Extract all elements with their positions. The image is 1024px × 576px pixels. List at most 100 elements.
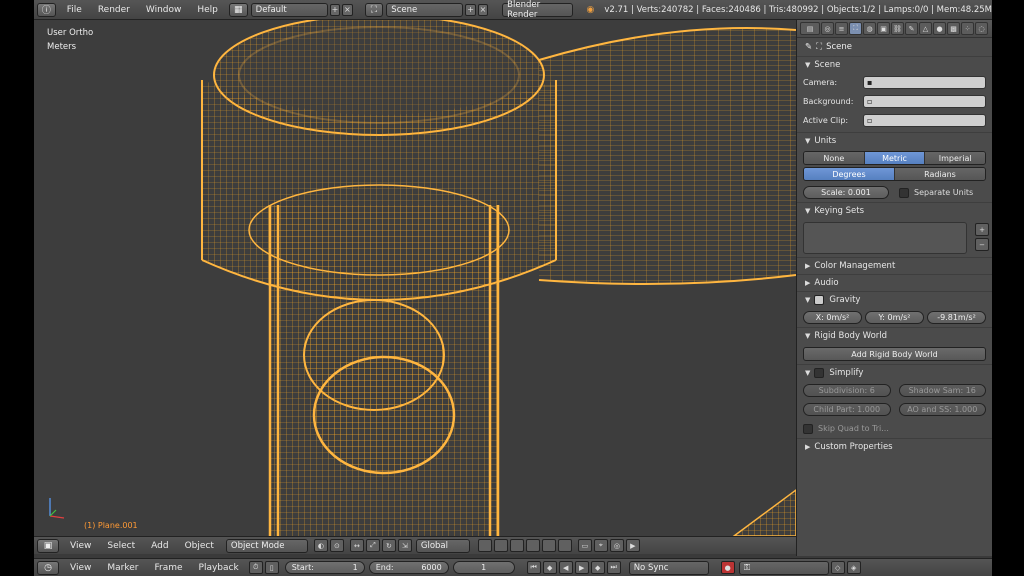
snap-icon[interactable]: ⌖ [593,539,608,552]
gravity-y-field[interactable]: Y: 0m/s² [865,311,924,324]
gravity-header[interactable]: ▼ Gravity [797,291,992,308]
scene-tab-icon[interactable]: ⛶ [849,22,862,35]
gravity-checkbox[interactable] [814,295,825,305]
shading-icon[interactable]: ◐ [313,539,328,552]
wireframe-mesh[interactable] [34,20,796,536]
unit-none-button[interactable]: None [804,152,865,164]
screen-layout-field[interactable]: Default [250,2,328,17]
scene-field[interactable]: Scene [386,2,464,17]
insert-keyframe-icon[interactable]: ◇ [830,561,845,574]
unit-scale-field[interactable]: Scale: 0.001 [803,186,889,199]
skip-quad-checkbox[interactable] [803,423,813,434]
audio-header[interactable]: ▶ Audio [797,274,992,291]
child-particles-field[interactable]: Child Part: 1.000 [803,403,891,416]
menu-frame[interactable]: Frame [146,563,190,573]
menu-view[interactable]: View [62,541,99,551]
editor-type-timeline-icon[interactable]: ◷ [37,560,59,575]
layer-button[interactable] [557,539,572,552]
menu-object[interactable]: Object [177,541,222,551]
pivot-icon[interactable]: ⊙ [329,539,344,552]
rotation-radians-button[interactable]: Radians [895,168,985,180]
menu-view[interactable]: View [62,563,99,573]
orientation-select[interactable]: Global [415,538,470,553]
prev-keyframe-icon[interactable]: ◆ [542,561,557,574]
render-preview-icon[interactable]: ▶ [625,539,640,552]
remove-keying-set-button[interactable]: − [975,238,989,251]
translate-icon[interactable]: ⤢ [365,539,380,552]
keying-sets-header[interactable]: ▼ Keying Sets [797,202,992,219]
menu-window[interactable]: Window [138,5,190,15]
layer-button[interactable] [477,539,492,552]
editor-type-icon[interactable]: ▤ [800,22,820,35]
texture-tab-icon[interactable]: ▩ [947,22,960,35]
layer-button[interactable] [541,539,556,552]
world-tab-icon[interactable]: ◍ [863,22,876,35]
lock-frame-icon[interactable]: ▯ [264,561,279,574]
add-keying-set-button[interactable]: + [975,223,989,236]
menu-file[interactable]: File [59,5,90,15]
simplify-checkbox[interactable] [814,368,825,378]
unit-metric-button[interactable]: Metric [864,152,926,164]
pin-icon[interactable]: ✎ [805,42,812,52]
editor-type-info-icon[interactable]: ⓘ [37,2,56,17]
jump-end-icon[interactable]: ⏭ [606,561,621,574]
scene-icon[interactable]: ⛶ [364,2,384,17]
keying-set-field[interactable]: ⚿ [738,560,829,575]
add-scene-button[interactable]: + [465,3,476,16]
keying-sets-list[interactable] [803,222,967,254]
add-rigid-body-world-button[interactable]: Add Rigid Body World [803,347,986,361]
modifiers-tab-icon[interactable]: ✎ [905,22,918,35]
remove-scene-button[interactable]: × [477,3,489,16]
unit-imperial-button[interactable]: Imperial [925,152,985,164]
menu-render[interactable]: Render [90,5,138,15]
layer-button[interactable] [509,539,524,552]
jump-start-icon[interactable]: ⏮ [526,561,541,574]
rotate-icon[interactable]: ↻ [381,539,396,552]
constraints-tab-icon[interactable]: ⛓ [891,22,904,35]
3d-viewport[interactable]: User Ortho Meters (1) Plane.001 [34,20,796,536]
separate-units-checkbox[interactable] [899,187,909,198]
current-frame-field[interactable]: 1 [452,561,515,574]
end-frame-field[interactable]: End: 6000 [368,561,449,574]
data-tab-icon[interactable]: △ [919,22,932,35]
screen-layout-icon[interactable]: ▦ [228,2,248,17]
subdivision-field[interactable]: Subdivision: 6 [803,384,891,397]
gravity-z-field[interactable]: -9.81m/s² [927,311,986,324]
gravity-x-field[interactable]: X: 0m/s² [803,311,862,324]
menu-marker[interactable]: Marker [99,563,146,573]
object-tab-icon[interactable]: ▣ [877,22,890,35]
start-frame-field[interactable]: Start: 1 [284,561,365,574]
background-field[interactable]: ▫ [863,95,986,108]
units-panel-header[interactable]: ▼ Units [797,132,992,149]
play-icon[interactable]: ▶ [574,561,589,574]
active-clip-field[interactable]: ▫ [863,114,986,127]
scale-icon[interactable]: ⇲ [397,539,412,552]
scene-panel-header[interactable]: ▼ Scene [797,56,992,73]
camera-field[interactable]: ▪ [863,76,986,89]
custom-properties-header[interactable]: ▶ Custom Properties [797,438,992,455]
layer-button[interactable] [525,539,540,552]
color-management-header[interactable]: ▶ Color Management [797,257,992,274]
physics-tab-icon[interactable]: ◌ [975,22,988,35]
shadow-samples-field[interactable]: Shadow Sam: 16 [898,384,986,397]
simplify-header[interactable]: ▼ Simplify [797,364,992,381]
manipulator-icon[interactable]: ↔ [349,539,364,552]
play-reverse-icon[interactable]: ◀ [558,561,573,574]
menu-help[interactable]: Help [189,5,226,15]
add-layout-button[interactable]: + [329,3,341,16]
render-engine-select[interactable]: Blender Render [502,0,573,20]
ao-sss-field[interactable]: AO and SS: 1.000 [898,403,986,416]
preview-range-icon[interactable]: ⏱ [248,561,263,574]
material-tab-icon[interactable]: ● [933,22,946,35]
remove-layout-button[interactable]: × [342,3,353,16]
mode-select[interactable]: Object Mode [225,538,308,553]
menu-select[interactable]: Select [99,541,143,551]
proportional-edit-icon[interactable]: ◎ [609,539,624,552]
record-icon[interactable]: ● [720,561,735,574]
lock-camera-icon[interactable]: ▭ [577,539,592,552]
menu-add[interactable]: Add [143,541,176,551]
editor-type-3d-icon[interactable]: ▣ [37,538,59,553]
sync-mode-select[interactable]: No Sync [628,560,709,575]
particles-tab-icon[interactable]: ⁘ [961,22,974,35]
next-keyframe-icon[interactable]: ◆ [590,561,605,574]
